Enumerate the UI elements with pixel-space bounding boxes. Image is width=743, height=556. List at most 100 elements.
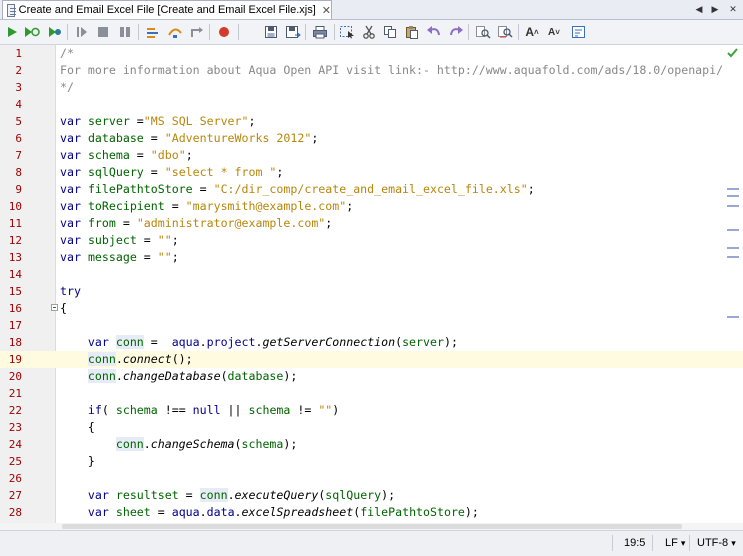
code-text: var message = ""; bbox=[60, 250, 179, 264]
line-number: 25 bbox=[8, 455, 22, 468]
occurrence-mark[interactable] bbox=[727, 256, 739, 258]
pause-icon[interactable] bbox=[116, 23, 134, 41]
code-line[interactable]: 24 conn.changeSchema(schema); bbox=[0, 436, 743, 453]
occurrence-mark[interactable] bbox=[727, 205, 739, 207]
code-line[interactable]: 18 var conn = aqua.project.getServerConn… bbox=[0, 334, 743, 351]
font-increase-label: A bbox=[525, 25, 534, 39]
code-text: var from = "administrator@example.com"; bbox=[60, 216, 333, 230]
code-text: { bbox=[60, 420, 95, 434]
code-line[interactable]: 28 var sheet = aqua.data.excelSpreadshee… bbox=[0, 504, 743, 521]
code-line[interactable]: 7 var schema = "dbo"; bbox=[0, 147, 743, 164]
line-number: 8 bbox=[15, 166, 22, 179]
status-divider bbox=[652, 535, 653, 551]
line-number: 7 bbox=[15, 149, 22, 162]
occurrence-mark[interactable] bbox=[727, 247, 739, 249]
code-text: var sheet = aqua.data.excelSpreadsheet(f… bbox=[87, 505, 479, 519]
toolbar-separator bbox=[209, 24, 210, 40]
status-divider bbox=[689, 535, 690, 551]
code-line[interactable]: 16 { bbox=[0, 300, 743, 317]
line-number: 16 bbox=[8, 302, 22, 315]
occurrence-mark[interactable] bbox=[727, 195, 739, 197]
line-number: 22 bbox=[8, 404, 22, 417]
line-number: 3 bbox=[15, 81, 22, 94]
code-line[interactable]: 25 } bbox=[0, 453, 743, 470]
font-decrease-icon[interactable]: A ˅ bbox=[545, 23, 563, 41]
scroll-tabs-right-icon[interactable]: ▶ bbox=[708, 2, 722, 16]
code-line[interactable]: 22 if( schema !== null || schema != "") bbox=[0, 402, 743, 419]
code-editor[interactable]: 1 /* 2 For more information about Aqua Open… bbox=[0, 45, 743, 530]
breakpoint-icon[interactable] bbox=[215, 23, 233, 41]
debug-run-icon[interactable] bbox=[45, 23, 63, 41]
line-number: 17 bbox=[8, 319, 22, 332]
run-options-icon[interactable] bbox=[23, 23, 41, 41]
code-line[interactable]: 26 bbox=[0, 470, 743, 487]
stop-icon[interactable] bbox=[94, 23, 112, 41]
code-line[interactable]: 12 var subject = ""; bbox=[0, 232, 743, 249]
cut-icon[interactable] bbox=[360, 23, 378, 41]
undo-icon[interactable] bbox=[425, 23, 443, 41]
occurrence-mark[interactable] bbox=[727, 229, 739, 231]
line-ending-value: LF bbox=[665, 537, 678, 549]
code-line[interactable]: 17 bbox=[0, 317, 743, 334]
code-line[interactable]: 27 var resultset = conn.executeQuery(sql… bbox=[0, 487, 743, 504]
code-text: For more information about Aqua Open API… bbox=[60, 63, 724, 77]
code-line[interactable]: 5 var server ="MS SQL Server"; bbox=[0, 113, 743, 130]
encoding-value: UTF-8 bbox=[697, 537, 729, 549]
paste-icon[interactable] bbox=[403, 23, 421, 41]
word-wrap-icon[interactable] bbox=[570, 23, 588, 41]
find-replace-icon[interactable] bbox=[496, 23, 514, 41]
step-over-icon[interactable] bbox=[144, 23, 162, 41]
code-line[interactable]: 13 var message = ""; bbox=[0, 249, 743, 266]
select-icon[interactable] bbox=[338, 23, 356, 41]
scroll-tabs-left-icon[interactable]: ◀ bbox=[692, 2, 706, 16]
encoding-selector[interactable]: UTF-8 ▾ bbox=[697, 537, 736, 549]
code-line[interactable]: 4 bbox=[0, 96, 743, 113]
line-number: 5 bbox=[15, 115, 22, 128]
save-icon[interactable] bbox=[262, 23, 280, 41]
code-line[interactable]: 8 var sqlQuery = "select * from "; bbox=[0, 164, 743, 181]
code-line[interactable]: 10 var toRecipient = "marysmith@example.c… bbox=[0, 198, 743, 215]
save-as-icon[interactable] bbox=[284, 23, 302, 41]
line-number: 12 bbox=[8, 234, 22, 247]
editor-tab[interactable]: Create and Email Excel File [Create and … bbox=[2, 0, 332, 19]
line-ending-selector[interactable]: LF ▾ bbox=[665, 537, 685, 549]
horizontal-scroll-thumb[interactable] bbox=[62, 524, 682, 529]
font-increase-icon[interactable]: A ˄ bbox=[523, 23, 541, 41]
code-text: if( schema !== null || schema != "") bbox=[87, 403, 340, 417]
code-line[interactable]: 1 /* bbox=[0, 45, 743, 62]
code-text: conn.changeSchema(schema); bbox=[115, 437, 298, 451]
close-all-tabs-icon[interactable]: ✕ bbox=[726, 2, 740, 16]
code-line[interactable]: 6 var database = "AdventureWorks 2012"; bbox=[0, 130, 743, 147]
occurrence-mark[interactable] bbox=[727, 188, 739, 190]
code-text: conn.connect(); bbox=[87, 352, 193, 366]
redo-icon[interactable] bbox=[447, 23, 465, 41]
step-into-icon[interactable] bbox=[166, 23, 184, 41]
toolbar-separator bbox=[468, 24, 469, 40]
code-line[interactable]: 11 var from = "administrator@example.com"… bbox=[0, 215, 743, 232]
code-line[interactable]: 23 { bbox=[0, 419, 743, 436]
print-icon[interactable] bbox=[311, 23, 329, 41]
code-line[interactable]: 20 conn.changeDatabase(database); bbox=[0, 368, 743, 385]
script-file-icon bbox=[7, 3, 16, 17]
editor-tab-title: Create and Email Excel File [Create and … bbox=[18, 4, 316, 16]
step-icon[interactable] bbox=[73, 23, 91, 41]
code-line[interactable]: 19 conn.connect(); bbox=[0, 351, 743, 368]
code-line[interactable]: 2 For more information about Aqua Open AP… bbox=[0, 62, 743, 79]
line-number: 18 bbox=[8, 336, 22, 349]
occurrence-mark[interactable] bbox=[727, 316, 739, 318]
code-line[interactable]: 3 */ bbox=[0, 79, 743, 96]
code-text: { bbox=[60, 301, 67, 315]
run-icon[interactable] bbox=[3, 23, 21, 41]
close-tab-icon[interactable]: ✕ bbox=[322, 4, 331, 17]
copy-icon[interactable] bbox=[381, 23, 399, 41]
code-line[interactable]: 14 bbox=[0, 266, 743, 283]
code-line[interactable]: 9 var filePathtoStore = "C:/dir_comp/crea… bbox=[0, 181, 743, 198]
line-number: 11 bbox=[8, 217, 22, 230]
fold-toggle-icon[interactable] bbox=[51, 304, 58, 311]
code-line[interactable]: 15 try bbox=[0, 283, 743, 300]
find-icon[interactable] bbox=[474, 23, 492, 41]
step-out-icon[interactable] bbox=[188, 23, 206, 41]
horizontal-scrollbar[interactable] bbox=[0, 523, 743, 530]
toolbar-separator bbox=[67, 24, 68, 40]
code-line[interactable]: 21 bbox=[0, 385, 743, 402]
